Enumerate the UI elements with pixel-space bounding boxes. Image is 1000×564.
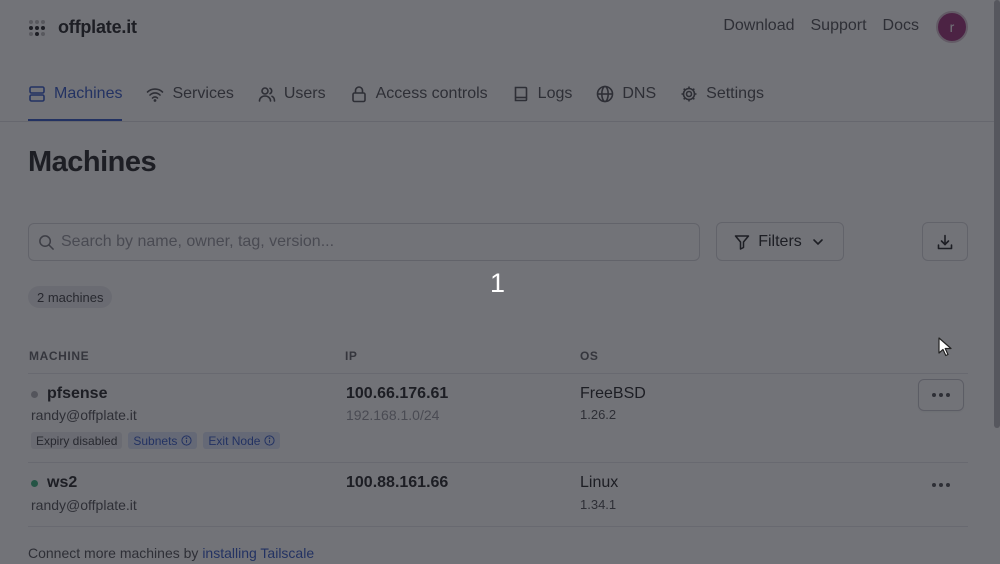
more-horizontal-icon (932, 393, 950, 397)
search-icon (39, 234, 54, 250)
download-icon (937, 234, 953, 249)
search-box[interactable] (28, 223, 700, 261)
step-number: 1 (490, 268, 506, 298)
machine-name-text: pfsense (47, 385, 108, 402)
row-divider (28, 462, 968, 463)
top-bar: offplate.it Download Support Docs r (0, 0, 996, 54)
tab-label: Users (283, 85, 326, 102)
tab-label: DNS (622, 85, 657, 102)
tab-dns[interactable]: DNS (596, 80, 656, 122)
export-button[interactable] (922, 222, 968, 261)
tab-label: Logs (537, 85, 573, 102)
column-header-os: OS (580, 349, 599, 363)
machine-name[interactable]: ws2 (31, 474, 77, 492)
tab-users[interactable]: Users (258, 80, 326, 122)
machine-count-badge: 2 machines (28, 286, 113, 308)
machine-os: Linux (580, 474, 619, 491)
download-link[interactable]: Download (723, 17, 794, 35)
tabs-divider (0, 121, 996, 122)
tab-settings[interactable]: Settings (680, 80, 764, 122)
machine-owner: randy@offplate.it (31, 497, 137, 513)
machine-ip[interactable]: 100.88.161.66 (346, 474, 448, 492)
search-input[interactable] (61, 233, 661, 251)
tab-machines[interactable]: Machines (28, 80, 123, 122)
tab-label: Services (172, 85, 234, 102)
support-link[interactable]: Support (811, 17, 867, 35)
machine-name-text: ws2 (47, 474, 78, 491)
info-icon (264, 435, 276, 446)
machine-subnet: 192.168.1.0/24 (346, 407, 440, 423)
machine-ip[interactable]: 100.66.176.61 (346, 385, 448, 403)
install-link[interactable]: installing Tailscale (202, 545, 314, 561)
tag-expiry-disabled: Expiry disabled (31, 432, 123, 449)
docs-link[interactable]: Docs (883, 17, 919, 35)
more-horizontal-icon (932, 483, 950, 487)
machine-owner: randy@offplate.it (31, 407, 137, 423)
users-icon (258, 87, 276, 102)
machine-name[interactable]: pfsense (31, 385, 107, 403)
tab-label: Machines (54, 85, 123, 102)
brand-name: offplate.it (58, 17, 137, 37)
tab-services[interactable]: Services (146, 80, 234, 122)
filter-icon (734, 234, 750, 250)
lock-icon (351, 86, 366, 103)
book-icon (514, 86, 527, 102)
column-header-ip: IP (345, 349, 358, 363)
column-header-machine: MACHINE (29, 349, 90, 363)
status-dot (31, 390, 38, 398)
tab-label: Settings (706, 85, 764, 102)
footer-note: Connect more machines by installing Tail… (28, 545, 315, 561)
machine-tags: Expiry disabled Subnets Exit Node (31, 432, 281, 449)
row-divider (28, 526, 968, 527)
mouse-cursor-icon (938, 337, 952, 357)
globe-icon (597, 85, 614, 103)
gear-icon (681, 86, 697, 102)
wifi-icon (147, 88, 164, 102)
machine-os: FreeBSD (580, 385, 646, 402)
machine-menu-button[interactable] (918, 469, 964, 501)
tag-exit-node[interactable]: Exit Node (203, 432, 281, 449)
tab-logs[interactable]: Logs (512, 80, 573, 122)
scrollbar[interactable] (994, 0, 1000, 428)
server-icon (29, 86, 45, 102)
filters-label: Filters (758, 232, 802, 250)
tag-subnets[interactable]: Subnets (128, 432, 198, 449)
tab-label: Access controls (375, 85, 488, 102)
nav-tabs: Machines Services Users Access controls … (28, 80, 764, 122)
chevron-down-icon (812, 238, 823, 245)
logo-icon (28, 19, 46, 37)
info-icon (181, 435, 193, 446)
status-dot (31, 479, 38, 487)
row-divider (28, 373, 968, 374)
avatar[interactable]: r (936, 11, 968, 43)
machine-menu-button[interactable] (918, 379, 964, 411)
filters-button[interactable]: Filters (716, 222, 844, 261)
header-links: Download Support Docs (723, 17, 919, 35)
logo[interactable]: offplate.it (28, 17, 137, 38)
tab-access-controls[interactable]: Access controls (350, 80, 488, 122)
page-title: Machines (28, 146, 157, 178)
machine-version: 1.26.2 (580, 407, 617, 422)
machine-version: 1.34.1 (580, 497, 617, 512)
